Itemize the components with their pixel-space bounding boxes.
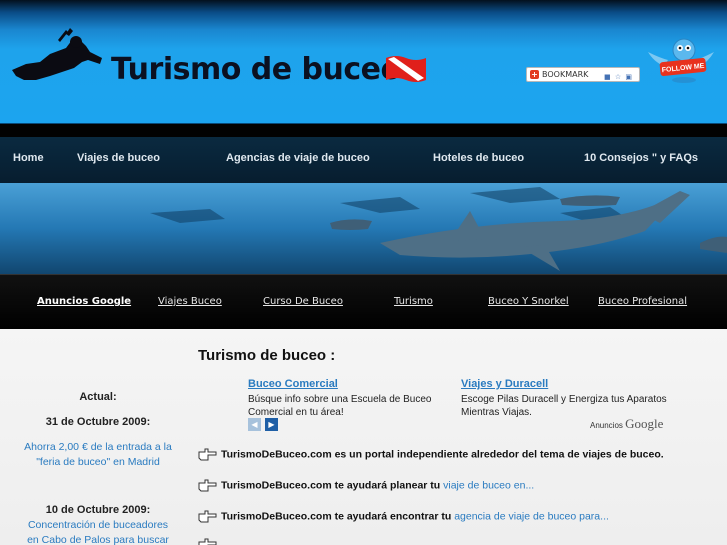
intro-line [198, 537, 221, 545]
add-icon: + [530, 70, 539, 79]
google-logo: Google [625, 416, 664, 431]
dive-flag-icon [386, 56, 426, 82]
bookmark-label: BOOKMARK [542, 70, 589, 79]
news-date: 31 de Octubre 2009: [45, 416, 151, 428]
ads-by-google[interactable]: Anuncios Google [590, 416, 663, 432]
ads-next-button[interactable]: ▶ [265, 418, 278, 431]
intro-text: TurismoDeBuceo.com es un portal independ… [221, 448, 664, 461]
pointing-hand-icon [198, 479, 217, 492]
ad-link-buceo-y-snorkel[interactable]: Buceo Y Snorkel [488, 296, 569, 307]
google-ad: Viajes y Duracell Escoge Pilas Duracell … [461, 378, 671, 419]
ads-prev-button[interactable]: ◀ [248, 418, 261, 431]
anuncios-google-link[interactable]: Anuncios Google [37, 296, 131, 307]
news-date: 10 de Octubre 2009: [45, 504, 151, 516]
ad-link-buceo-profesional[interactable]: Buceo Profesional [598, 296, 687, 307]
nav-viajes-de-buceo[interactable]: Viajes de buceo [77, 152, 160, 164]
pointing-hand-icon [198, 448, 217, 461]
google-ad: Buceo Comercial Búsque info sobre una Es… [248, 378, 438, 419]
news-heading: Actual: [79, 391, 117, 403]
twitter-follow-button[interactable]: FOLLOW ME [646, 36, 716, 84]
nav-agencias[interactable]: Agencias de viaje de buceo [226, 152, 370, 164]
main-nav: Home Viajes de buceo Agencias de viaje d… [0, 137, 727, 183]
news-sidebar: Actual: 31 de Octubre 2009: Ahorra 2,00 … [0, 329, 196, 545]
intro-line: TurismoDeBuceo.com te ayudará planear tu… [198, 478, 534, 496]
ad-title-link[interactable]: Viajes y Duracell [461, 378, 671, 390]
pointing-hand-icon [198, 538, 217, 545]
intro-line: TurismoDeBuceo.com te ayudará encontrar … [198, 509, 609, 527]
content-area: Actual: 31 de Octubre 2009: Ahorra 2,00 … [0, 329, 727, 545]
ad-description: Búsque info sobre una Escuela de Buceo C… [248, 394, 432, 418]
site-title[interactable]: Turismo de buceo [111, 52, 401, 87]
ad-link-turismo[interactable]: Turismo [394, 296, 433, 307]
ad-link-curso-de-buceo[interactable]: Curso De Buceo [263, 296, 343, 307]
nav-home[interactable]: Home [13, 152, 44, 164]
intro-text: TurismoDeBuceo.com te ayudará encontrar … [221, 510, 452, 523]
bookmark-button[interactable]: + BOOKMARK ■ ☆ ▣ [526, 67, 640, 82]
diver-logo-icon [12, 28, 102, 80]
page-title: Turismo de buceo : [198, 347, 336, 364]
sharks-illustration [0, 183, 727, 274]
ads-by-label: Anuncios [590, 421, 623, 430]
nav-hoteles[interactable]: Hoteles de buceo [433, 152, 524, 164]
header-divider [0, 124, 727, 137]
viaje-de-buceo-link[interactable]: viaje de buceo en... [443, 479, 534, 491]
site-header: Turismo de buceo + BOOKMARK ■ ☆ ▣ FOLLOW… [0, 0, 727, 124]
intro-text: TurismoDeBuceo.com te ayudará planear tu [221, 479, 441, 492]
underwater-banner [0, 183, 727, 274]
page: Turismo de buceo + BOOKMARK ■ ☆ ▣ FOLLOW… [0, 0, 727, 545]
agencia-link[interactable]: agencia de viaje de buceo para... [454, 510, 609, 522]
intro-line: TurismoDeBuceo.com es un portal independ… [198, 447, 664, 465]
ad-title-link[interactable]: Buceo Comercial [248, 378, 438, 390]
ad-link-viajes-buceo[interactable]: Viajes Buceo [158, 296, 222, 307]
nav-consejos-faqs[interactable]: 10 Consejos " y FAQs [584, 152, 698, 164]
pointing-hand-icon [198, 510, 217, 523]
news-item-link[interactable]: Ahorra 2,00 € de la entrada a la "feria … [22, 440, 174, 470]
social-icons: ■ ☆ ▣ [604, 73, 633, 81]
news-item-link[interactable]: Concentración de buceadores en Cabo de P… [22, 518, 174, 545]
ad-links-bar: Anuncios Google Viajes Buceo Curso De Bu… [0, 274, 727, 329]
